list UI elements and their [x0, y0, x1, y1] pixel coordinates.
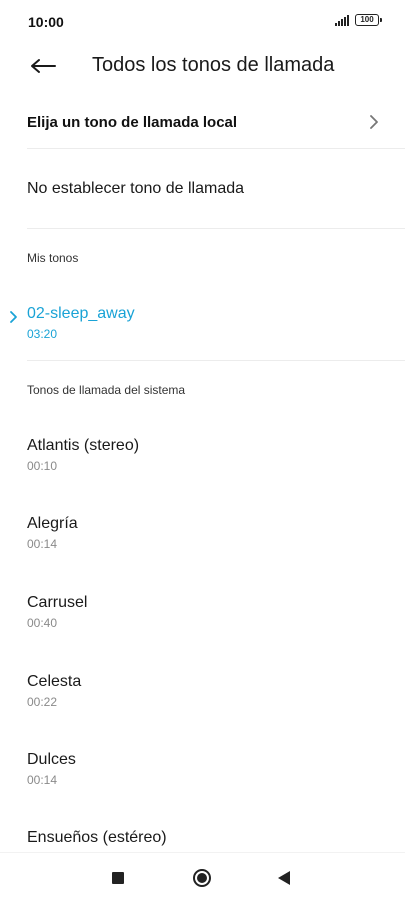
status-time: 10:00 — [28, 14, 64, 30]
tone-duration: 00:14 — [27, 773, 58, 787]
tone-name: Celesta — [27, 673, 82, 690]
tone-item[interactable]: Celesta 00:22 — [0, 673, 405, 729]
divider — [27, 360, 405, 361]
tone-name: Dulces — [27, 751, 76, 768]
section-header-system-tones: Tonos de llamada del sistema — [27, 383, 186, 397]
tone-name: Carrusel — [27, 594, 88, 611]
chevron-right-icon — [370, 115, 378, 129]
divider — [27, 228, 405, 229]
home-button[interactable] — [193, 869, 211, 887]
tone-duration: 00:22 — [27, 695, 58, 709]
page-title: Todos los tonos de llamada — [92, 54, 335, 76]
tone-duration: 03:20 — [27, 327, 58, 341]
tone-item[interactable]: Atlantis (stereo) 00:10 — [0, 437, 405, 493]
tone-duration: 00:40 — [27, 616, 58, 630]
tone-item[interactable]: Alegría 00:14 — [0, 515, 405, 571]
divider — [27, 148, 405, 149]
tone-item[interactable]: 02-sleep_away 03:20 — [0, 305, 405, 361]
status-bar: 10:00 100 — [0, 0, 405, 44]
arrow-left-icon — [31, 59, 56, 73]
nav-back-button[interactable] — [278, 871, 290, 885]
tone-name: Ensueños (estéreo) — [27, 829, 167, 846]
tone-item[interactable]: Dulces 00:14 — [0, 751, 405, 807]
no-ringtone-label: No establecer tono de llamada — [27, 180, 245, 197]
back-button[interactable] — [28, 52, 58, 80]
battery-level: 100 — [360, 15, 374, 24]
recents-button[interactable] — [112, 872, 124, 884]
tone-name: 02-sleep_away — [27, 305, 135, 322]
system-nav-bar — [0, 852, 405, 903]
tone-duration: 00:10 — [27, 459, 58, 473]
tone-name: Alegría — [27, 515, 78, 532]
no-ringtone-row[interactable]: No establecer tono de llamada — [0, 168, 405, 214]
section-header-my-tones: Mis tonos — [27, 251, 79, 265]
tone-duration: 00:14 — [27, 537, 58, 551]
choose-local-ringtone-row[interactable]: Elija un tono de llamada local — [0, 100, 405, 146]
status-icons: 100 — [335, 14, 382, 26]
choose-local-ringtone-label: Elija un tono de llamada local — [27, 114, 238, 131]
app-header: Todos los tonos de llamada — [0, 44, 405, 88]
selected-indicator-icon — [10, 311, 17, 323]
tone-name: Atlantis (stereo) — [27, 437, 140, 454]
signal-icon — [335, 14, 349, 26]
battery-icon: 100 — [355, 14, 382, 26]
tone-item-partial[interactable]: Ensueños (estéreo) — [0, 826, 405, 850]
tone-item[interactable]: Carrusel 00:40 — [0, 594, 405, 650]
